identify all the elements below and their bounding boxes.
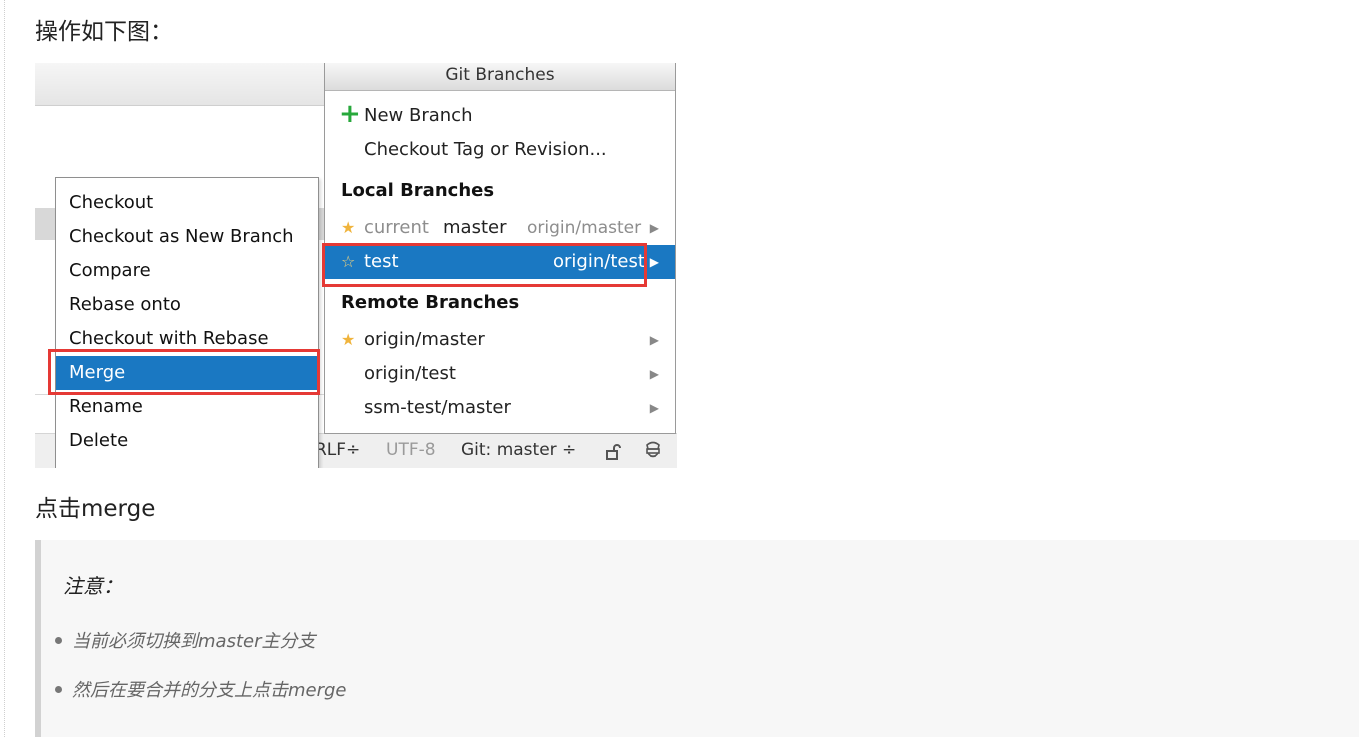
encoding-widget[interactable]: UTF-8 <box>386 440 436 460</box>
menu-item-checkout-rebase[interactable]: Checkout with Rebase <box>56 322 318 356</box>
menu-item-checkout-new-branch[interactable]: Checkout as New Branch <box>56 220 318 254</box>
figure-caption: 点击merge <box>35 496 156 522</box>
remote-branch-item[interactable]: ★ origin/master ▶ <box>325 323 675 357</box>
editor-tab-bar <box>35 63 325 106</box>
submenu-arrow-icon: ▶ <box>649 367 659 381</box>
ide-screenshot: RLF÷ UTF-8 Git: master ÷ Git Branches + … <box>35 63 677 468</box>
remote-branch-item[interactable]: origin/test ▶ <box>325 357 675 391</box>
star-icon: ★ <box>341 330 356 349</box>
note-title: 注意： <box>63 574 123 598</box>
git-branches-popup: Git Branches + New Branch Checkout Tag o… <box>324 63 676 434</box>
submenu-arrow-icon: ▶ <box>649 255 659 269</box>
line-separator-widget[interactable]: RLF÷ <box>315 440 360 460</box>
menu-item-rebase-onto[interactable]: Rebase onto <box>56 288 318 322</box>
local-branches-header: Local Branches <box>341 180 495 201</box>
branch-item-master[interactable]: ★ current master origin/master ▶ <box>325 211 675 245</box>
section-heading: 操作如下图： <box>35 19 173 45</box>
menu-item-delete[interactable]: Delete <box>56 424 318 458</box>
bullet-icon <box>55 636 62 644</box>
submenu-arrow-icon: ▶ <box>649 401 659 415</box>
git-branch-widget[interactable]: Git: master ÷ <box>461 440 576 460</box>
remote-branches-header: Remote Branches <box>341 292 520 313</box>
note-list-item: 然后在要合并的分支上点击merge <box>55 676 347 702</box>
note-blockquote: 注意： 当前必须切换到master主分支 然后在要合并的分支上点击merge <box>35 540 1359 737</box>
popup-title: Git Branches <box>325 63 675 91</box>
checkout-tag-item[interactable]: Checkout Tag or Revision... <box>325 133 675 167</box>
submenu-arrow-icon: ▶ <box>649 221 659 235</box>
plus-icon: + <box>339 99 361 129</box>
page-left-border <box>0 0 5 737</box>
menu-item-checkout[interactable]: Checkout <box>56 186 318 220</box>
remote-branch-item[interactable]: ssm-test/master ▶ <box>325 391 675 425</box>
branch-context-menu: Checkout Checkout as New Branch Compare … <box>55 177 319 468</box>
menu-item-compare[interactable]: Compare <box>56 254 318 288</box>
note-list-item: 当前必须切换到master主分支 <box>55 627 315 653</box>
lock-icon[interactable] <box>605 443 621 461</box>
menu-item-rename[interactable]: Rename <box>56 390 318 424</box>
star-outline-icon: ☆ <box>341 252 356 271</box>
menu-item-merge[interactable]: Merge <box>56 356 318 390</box>
new-branch-item[interactable]: + New Branch <box>325 99 675 133</box>
editor-selection-strip <box>35 208 57 240</box>
branch-item-test[interactable]: ☆ test origin/test ▶ <box>325 245 675 279</box>
bullet-icon <box>55 685 62 693</box>
inspector-icon[interactable] <box>643 440 663 462</box>
star-icon: ★ <box>341 218 356 237</box>
submenu-arrow-icon: ▶ <box>649 333 659 347</box>
